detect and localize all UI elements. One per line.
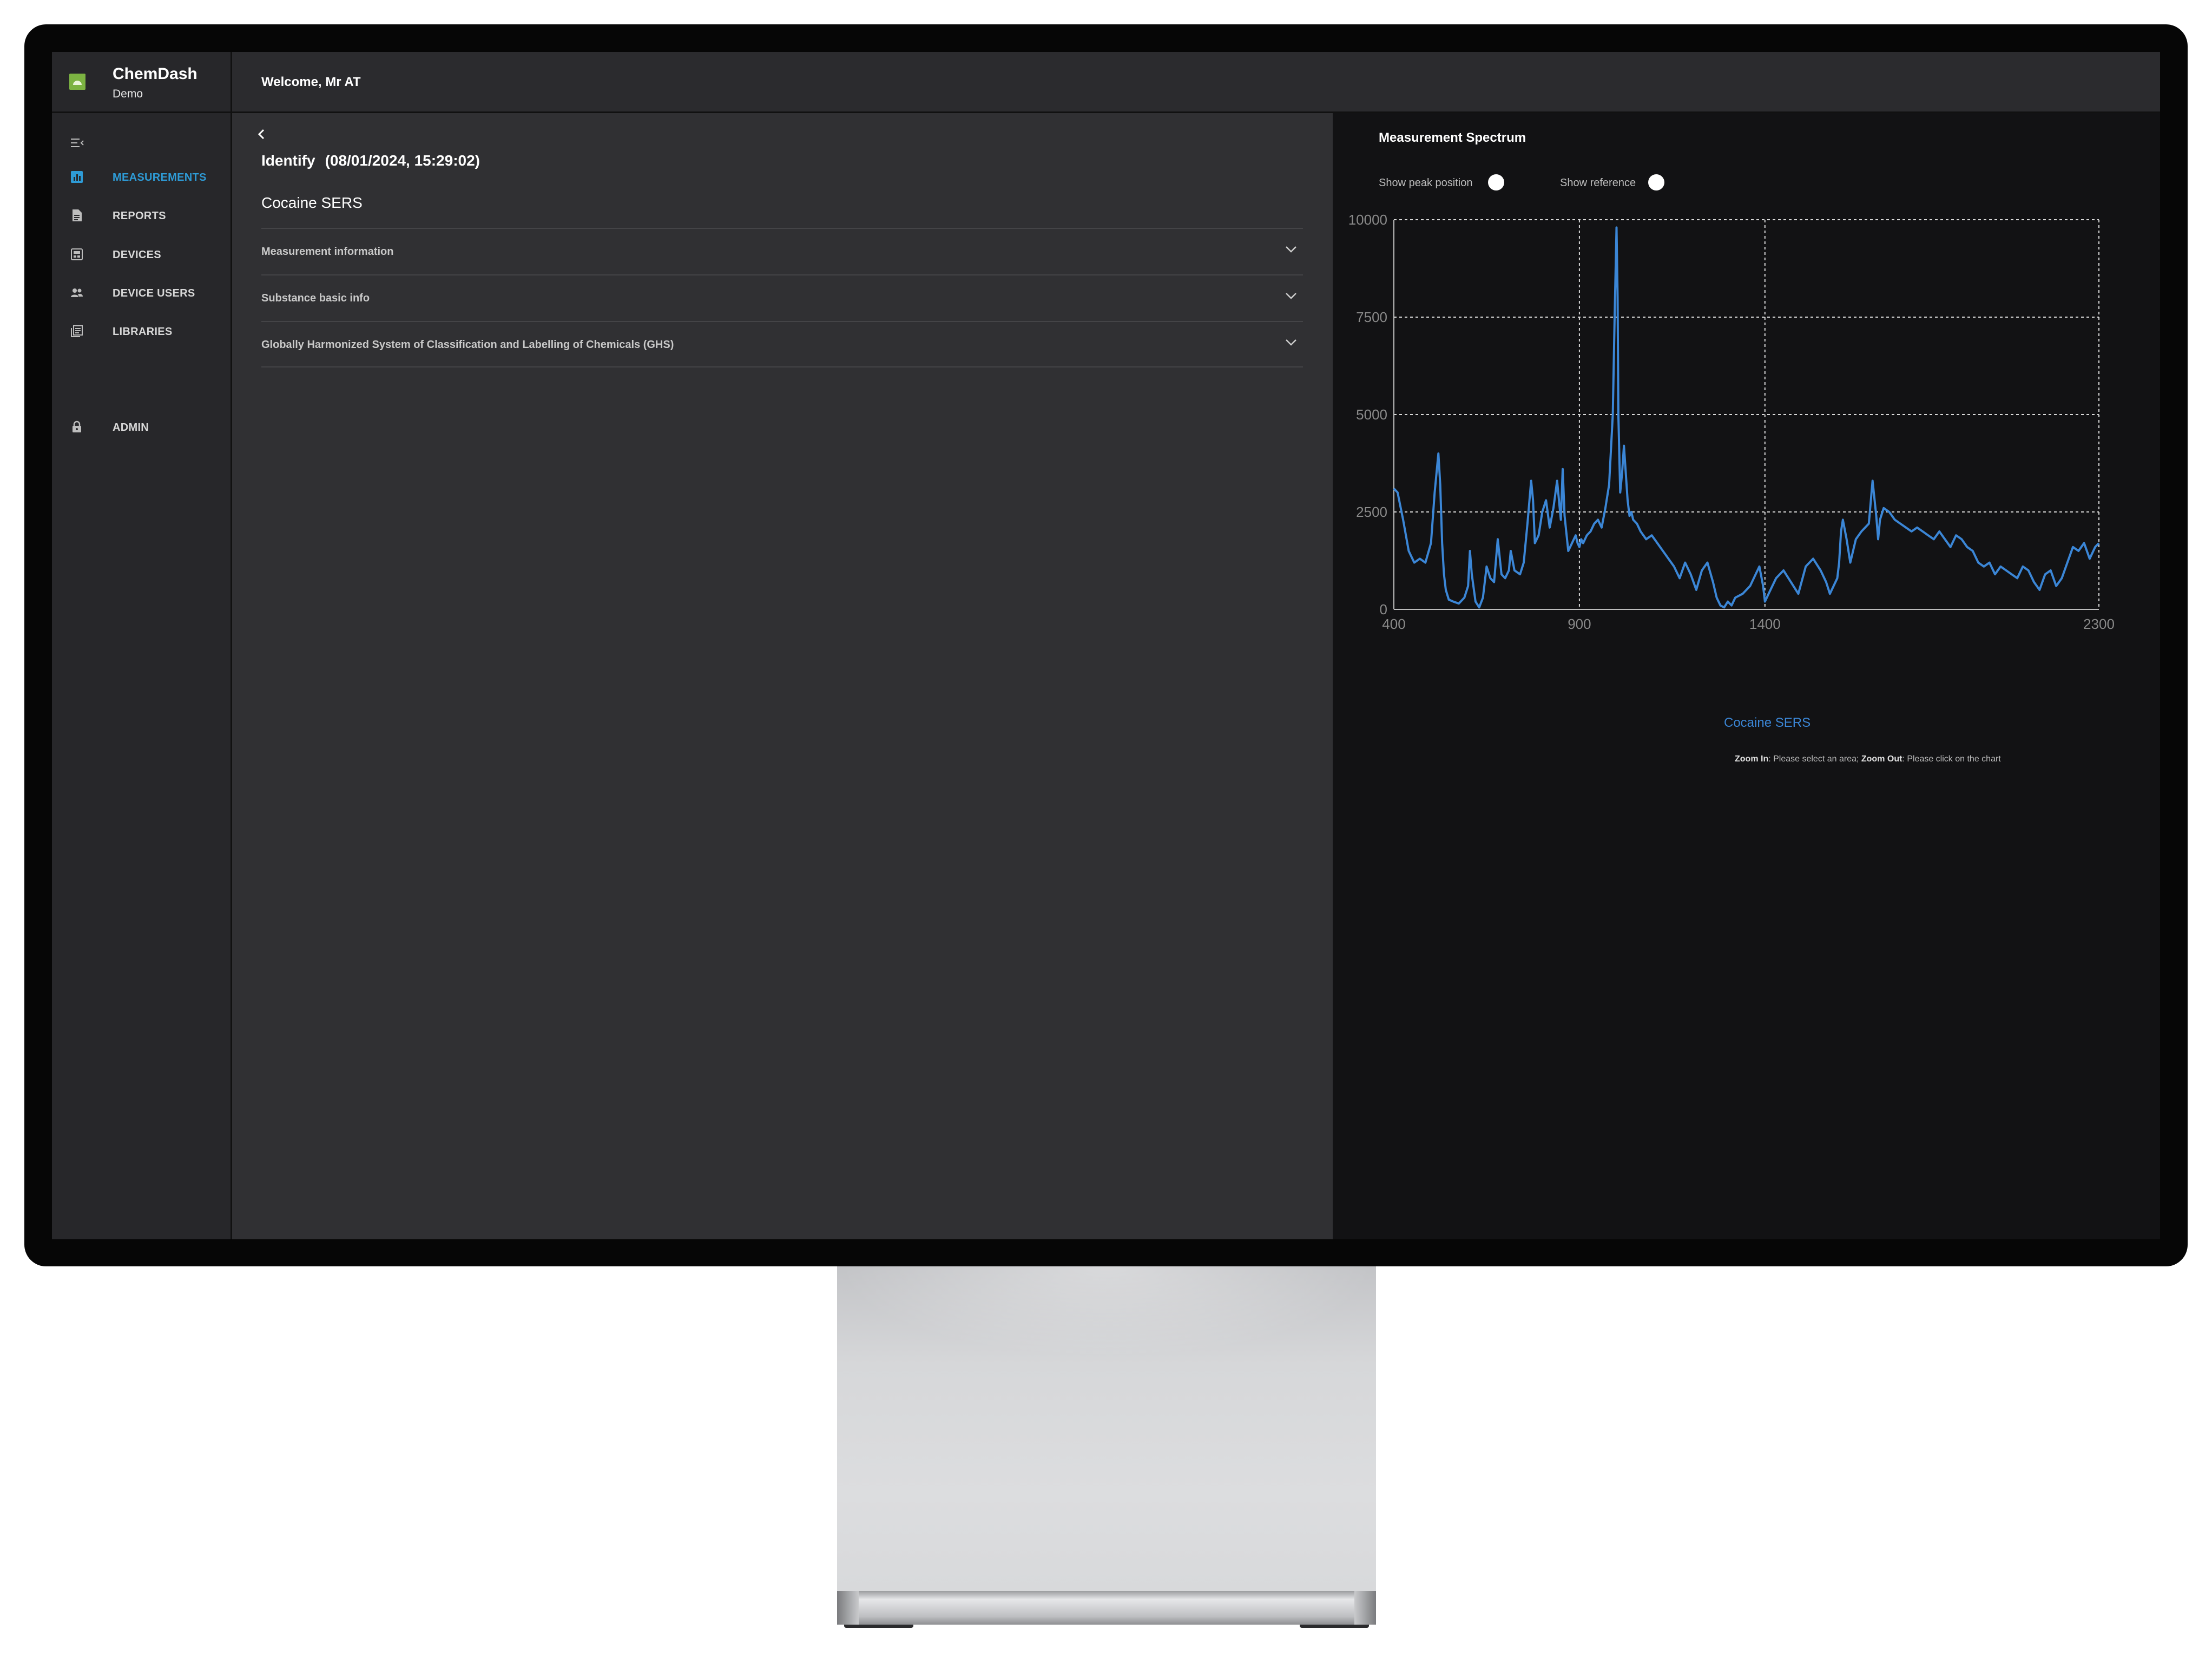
sidebar-item-label: LIBRARIES <box>113 326 173 338</box>
app-name: ChemDash <box>113 65 198 83</box>
accordion-label: Measurement information <box>261 246 394 258</box>
document-icon <box>73 209 82 221</box>
accordion-label: Substance basic info <box>261 292 370 304</box>
zoom-out-label: Zoom Out <box>1861 754 1902 764</box>
sidebar-item-label: DEVICE USERS <box>113 287 195 299</box>
sidebar-item-libraries[interactable]: LIBRARIES <box>52 319 231 344</box>
monitor-stand-base <box>837 1591 1376 1625</box>
bar-chart-icon <box>71 171 83 183</box>
page-title-text: Identify <box>261 152 315 169</box>
y-tick-label: 7500 <box>1356 309 1387 325</box>
accordion-ghs[interactable]: Globally Harmonized System of Classifica… <box>261 321 1303 367</box>
zoom-in-label: Zoom In <box>1735 754 1769 764</box>
substance-name: Cocaine SERS <box>261 194 363 211</box>
spectrum-chart[interactable]: 0 2500 5000 7500 10000 400 900 1400 2300 <box>1333 113 2160 708</box>
x-tick-label: 1400 <box>1749 616 1781 632</box>
sidebar-item-label: DEVICES <box>113 249 161 261</box>
device-icon <box>71 248 83 260</box>
accordion-substance-basic-info[interactable]: Substance basic info <box>261 274 1303 321</box>
x-tick-label: 900 <box>1568 616 1591 632</box>
chevron-down-icon <box>1286 339 1296 346</box>
top-bar: Welcome, Mr AT <box>232 52 2160 113</box>
x-tick-label: 2300 <box>2083 616 2115 632</box>
spectrum-panel: Measurement Spectrum Show peak position … <box>1333 113 2160 1239</box>
y-tick-label: 5000 <box>1356 406 1387 423</box>
sidebar-item-devices[interactable]: DEVICES <box>52 242 231 267</box>
sidebar-item-reports[interactable]: REPORTS <box>52 203 231 228</box>
stand-foot-left <box>844 1625 913 1628</box>
y-tick-label: 10000 <box>1348 212 1387 228</box>
sidebar: MEASUREMENTS REPORTS DEVICES DEVICE USER… <box>52 113 232 1239</box>
accordion-measurement-information[interactable]: Measurement information <box>261 228 1303 274</box>
menu-collapse-icon[interactable] <box>70 137 85 149</box>
main-panel: Identify (08/01/2024, 15:29:02) Cocaine S… <box>232 113 1333 1239</box>
sidebar-item-label: ADMIN <box>113 422 149 433</box>
chevron-down-icon <box>1286 246 1296 253</box>
x-tick-label: 400 <box>1382 616 1405 632</box>
y-tick-label: 0 <box>1380 601 1387 617</box>
measurement-date: (08/01/2024, 15:29:02) <box>325 152 480 169</box>
chemdash-logo-icon <box>69 74 85 90</box>
page-title: Identify (08/01/2024, 15:29:02) <box>261 152 480 169</box>
sidebar-item-label: MEASUREMENTS <box>113 172 207 183</box>
app-subtitle: Demo <box>113 88 143 100</box>
users-icon <box>71 288 83 297</box>
sidebar-item-measurements[interactable]: MEASUREMENTS <box>52 165 231 189</box>
zoom-in-text: : Please select an area; <box>1768 754 1861 764</box>
lock-icon <box>73 420 81 432</box>
welcome-text: Welcome, Mr AT <box>261 75 361 89</box>
legend-series-name: Cocaine SERS <box>1724 715 1811 730</box>
accordion-label: Globally Harmonized System of Classifica… <box>261 339 674 351</box>
app-screen: ChemDash Demo Welcome, Mr AT MEASUREMENT… <box>52 52 2160 1239</box>
stand-foot-right <box>1300 1625 1369 1628</box>
series-line-cocaine-sers[interactable] <box>1393 226 2100 609</box>
chevron-down-icon <box>1286 293 1296 299</box>
back-arrow-icon[interactable] <box>255 126 268 142</box>
monitor-stand <box>837 1266 1376 1591</box>
sidebar-item-admin[interactable]: ADMIN <box>52 415 231 439</box>
sidebar-item-label: REPORTS <box>113 210 166 222</box>
zoom-hint: Zoom In: Please select an area; Zoom Out… <box>1735 754 2001 764</box>
zoom-out-text: : Please click on the chart <box>1902 754 2001 764</box>
brand-block[interactable]: ChemDash Demo <box>52 52 232 113</box>
y-tick-label: 2500 <box>1356 504 1387 520</box>
library-icon <box>71 325 83 337</box>
sidebar-item-device-users[interactable]: DEVICE USERS <box>52 280 231 305</box>
